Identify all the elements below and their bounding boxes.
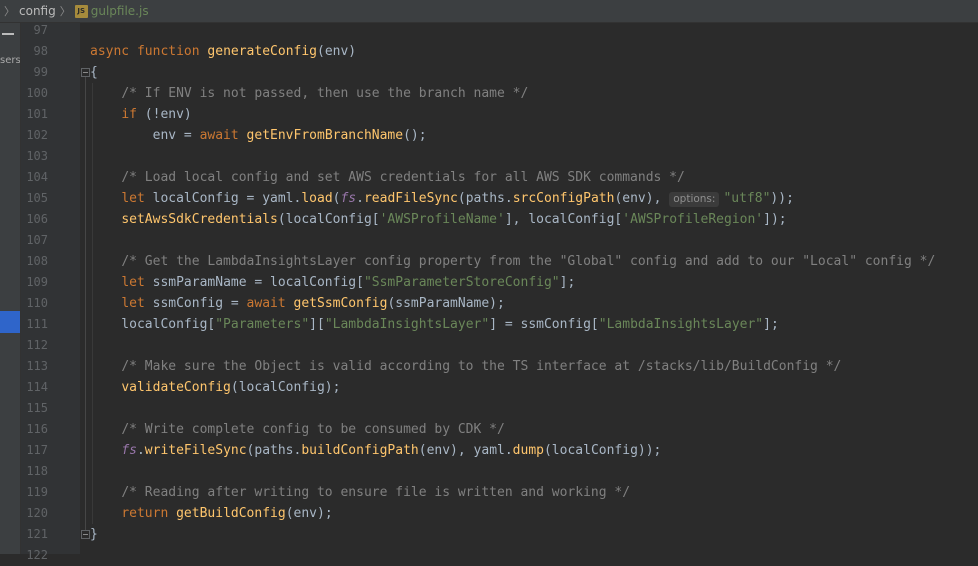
code-line[interactable]: /* Load local config and set AWS credent… [90, 167, 685, 188]
line-number: 122 [26, 548, 48, 562]
breadcrumb-file[interactable]: JS gulpfile.js [74, 4, 149, 18]
line-number: 108 [26, 254, 48, 268]
code-line[interactable]: /* Reading after writing to ensure file … [90, 482, 630, 503]
breadcrumb-folder[interactable]: config [19, 4, 56, 18]
line-number: 118 [26, 464, 48, 478]
code-line[interactable]: /* If ENV is not passed, then use the br… [90, 83, 528, 104]
line-number: 111 [26, 317, 48, 331]
code-line[interactable]: localConfig["Parameters"]["LambdaInsight… [90, 314, 779, 335]
code-line[interactable]: /* Get the LambdaInsightsLayer config pr… [90, 251, 935, 272]
code-line[interactable]: validateConfig(localConfig); [90, 377, 340, 398]
fold-toggle-icon[interactable] [81, 68, 90, 77]
line-number-gutter: 97 98 99 100 101 102 103 104 105 106 107 108 109 110 1… [21, 23, 90, 562]
line-number: 101 [26, 107, 48, 121]
code-line[interactable]: /* Write complete config to be consumed … [90, 419, 505, 440]
chevron-right-icon: 〉 [4, 5, 15, 18]
line-number: 116 [26, 422, 48, 436]
code-line[interactable]: let ssmParamName = localConfig["SsmParam… [90, 272, 575, 293]
breadcrumb: 〉 config 〉 JS gulpfile.js [0, 0, 978, 23]
code-line[interactable]: } [90, 524, 98, 545]
line-number: 112 [26, 338, 48, 352]
breadcrumb-file-label: gulpfile.js [90, 4, 149, 18]
selected-tree-row[interactable] [0, 311, 20, 333]
code-line[interactable]: let localConfig = yaml.load(fs.readFileS… [90, 188, 794, 209]
line-number: 99 [33, 65, 48, 79]
code-editor[interactable]: async function generateConfig(env){ /* I… [90, 23, 978, 554]
code-line[interactable]: fs.writeFileSync(paths.buildConfigPath(e… [90, 440, 661, 461]
code-line[interactable]: return getBuildConfig(env); [90, 503, 332, 524]
minimize-icon[interactable] [2, 33, 14, 35]
line-number: 102 [26, 128, 48, 142]
line-number: 113 [26, 359, 48, 373]
line-number: 115 [26, 401, 48, 415]
line-number: 109 [26, 275, 48, 289]
line-number: 117 [26, 443, 48, 457]
line-number: 121 [26, 527, 48, 541]
line-number: 98 [33, 44, 48, 58]
code-line[interactable]: { [90, 62, 98, 83]
code-line[interactable]: if (!env) [90, 104, 191, 125]
line-number: 103 [26, 149, 48, 163]
line-number: 97 [33, 23, 48, 37]
code-line[interactable]: env = await getEnvFromBranchName(); [90, 125, 427, 146]
code-line[interactable]: async function generateConfig(env) [90, 41, 356, 62]
code-line[interactable]: let ssmConfig = await getSsmConfig(ssmPa… [90, 293, 505, 314]
line-number: 106 [26, 212, 48, 226]
line-number: 105 [26, 191, 48, 205]
indent-guide [92, 83, 93, 524]
code-line[interactable]: setAwsSdkCredentials(localConfig['AWSPro… [90, 209, 786, 230]
line-number: 107 [26, 233, 48, 247]
fold-range-line [85, 77, 86, 530]
code-line[interactable]: /* Make sure the Object is valid accordi… [90, 356, 841, 377]
line-number: 119 [26, 485, 48, 499]
line-number: 120 [26, 506, 48, 520]
chevron-right-icon: 〉 [59, 5, 71, 18]
line-number: 100 [26, 86, 48, 100]
line-number: 114 [26, 380, 48, 394]
javascript-file-icon: JS [74, 4, 88, 18]
line-number: 110 [26, 296, 48, 310]
parameter-hint: options: [669, 192, 720, 207]
line-number: 104 [26, 170, 48, 184]
fold-toggle-icon[interactable] [81, 530, 90, 539]
